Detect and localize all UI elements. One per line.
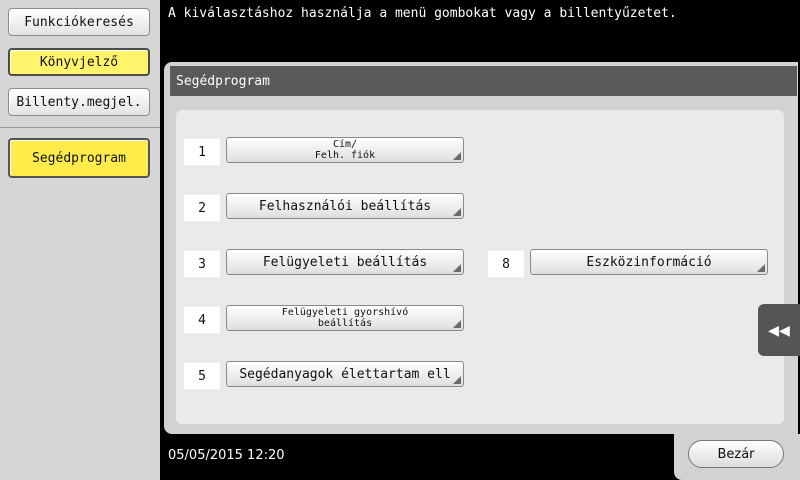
sidebar-divider	[0, 127, 160, 128]
date-time: 05/05/2015 12:20	[168, 448, 285, 463]
close-button[interactable]: Bezár	[688, 440, 784, 468]
menu-button-segedanyagok[interactable]: Segédanyagok élettartam ell	[226, 361, 464, 387]
sidebar-item-segedprogram[interactable]: Segédprogram	[8, 138, 150, 178]
menu-button-cim-felh-fiok[interactable]: Cím/ Felh. fiók	[226, 137, 464, 163]
back-button[interactable]: ◀◀	[758, 304, 800, 356]
sidebar-item-funkciokereses[interactable]: Funkciókeresés	[8, 8, 150, 36]
panel-title: Segédprogram	[170, 66, 797, 96]
menu-number-2: 2	[184, 195, 220, 221]
menu-number-5: 5	[184, 363, 220, 389]
instruction-message: A kiválasztáshoz használja a menü gombok…	[168, 6, 677, 21]
menu-button-felhasznaloi-beallitas[interactable]: Felhasználói beállítás	[226, 193, 464, 219]
menu-button-eszkozinformacio[interactable]: Eszközinformáció	[530, 249, 768, 275]
double-chevron-left-icon: ◀◀	[768, 319, 790, 341]
sidebar-item-konyvjelzo[interactable]: Könyvjelző	[8, 48, 150, 76]
menu-number-3: 3	[184, 251, 220, 277]
sidebar-item-billenty-megjel[interactable]: Billenty.megjel.	[8, 88, 150, 116]
menu-button-felugyeleti-gyorshivo[interactable]: Felügyeleti gyorshívó beállítás	[226, 305, 464, 331]
menu-button-felugyeleti-beallitas[interactable]: Felügyeleti beállítás	[226, 249, 464, 275]
menu-number-1: 1	[184, 139, 220, 165]
menu-number-8: 8	[488, 251, 524, 277]
menu-number-4: 4	[184, 307, 220, 333]
